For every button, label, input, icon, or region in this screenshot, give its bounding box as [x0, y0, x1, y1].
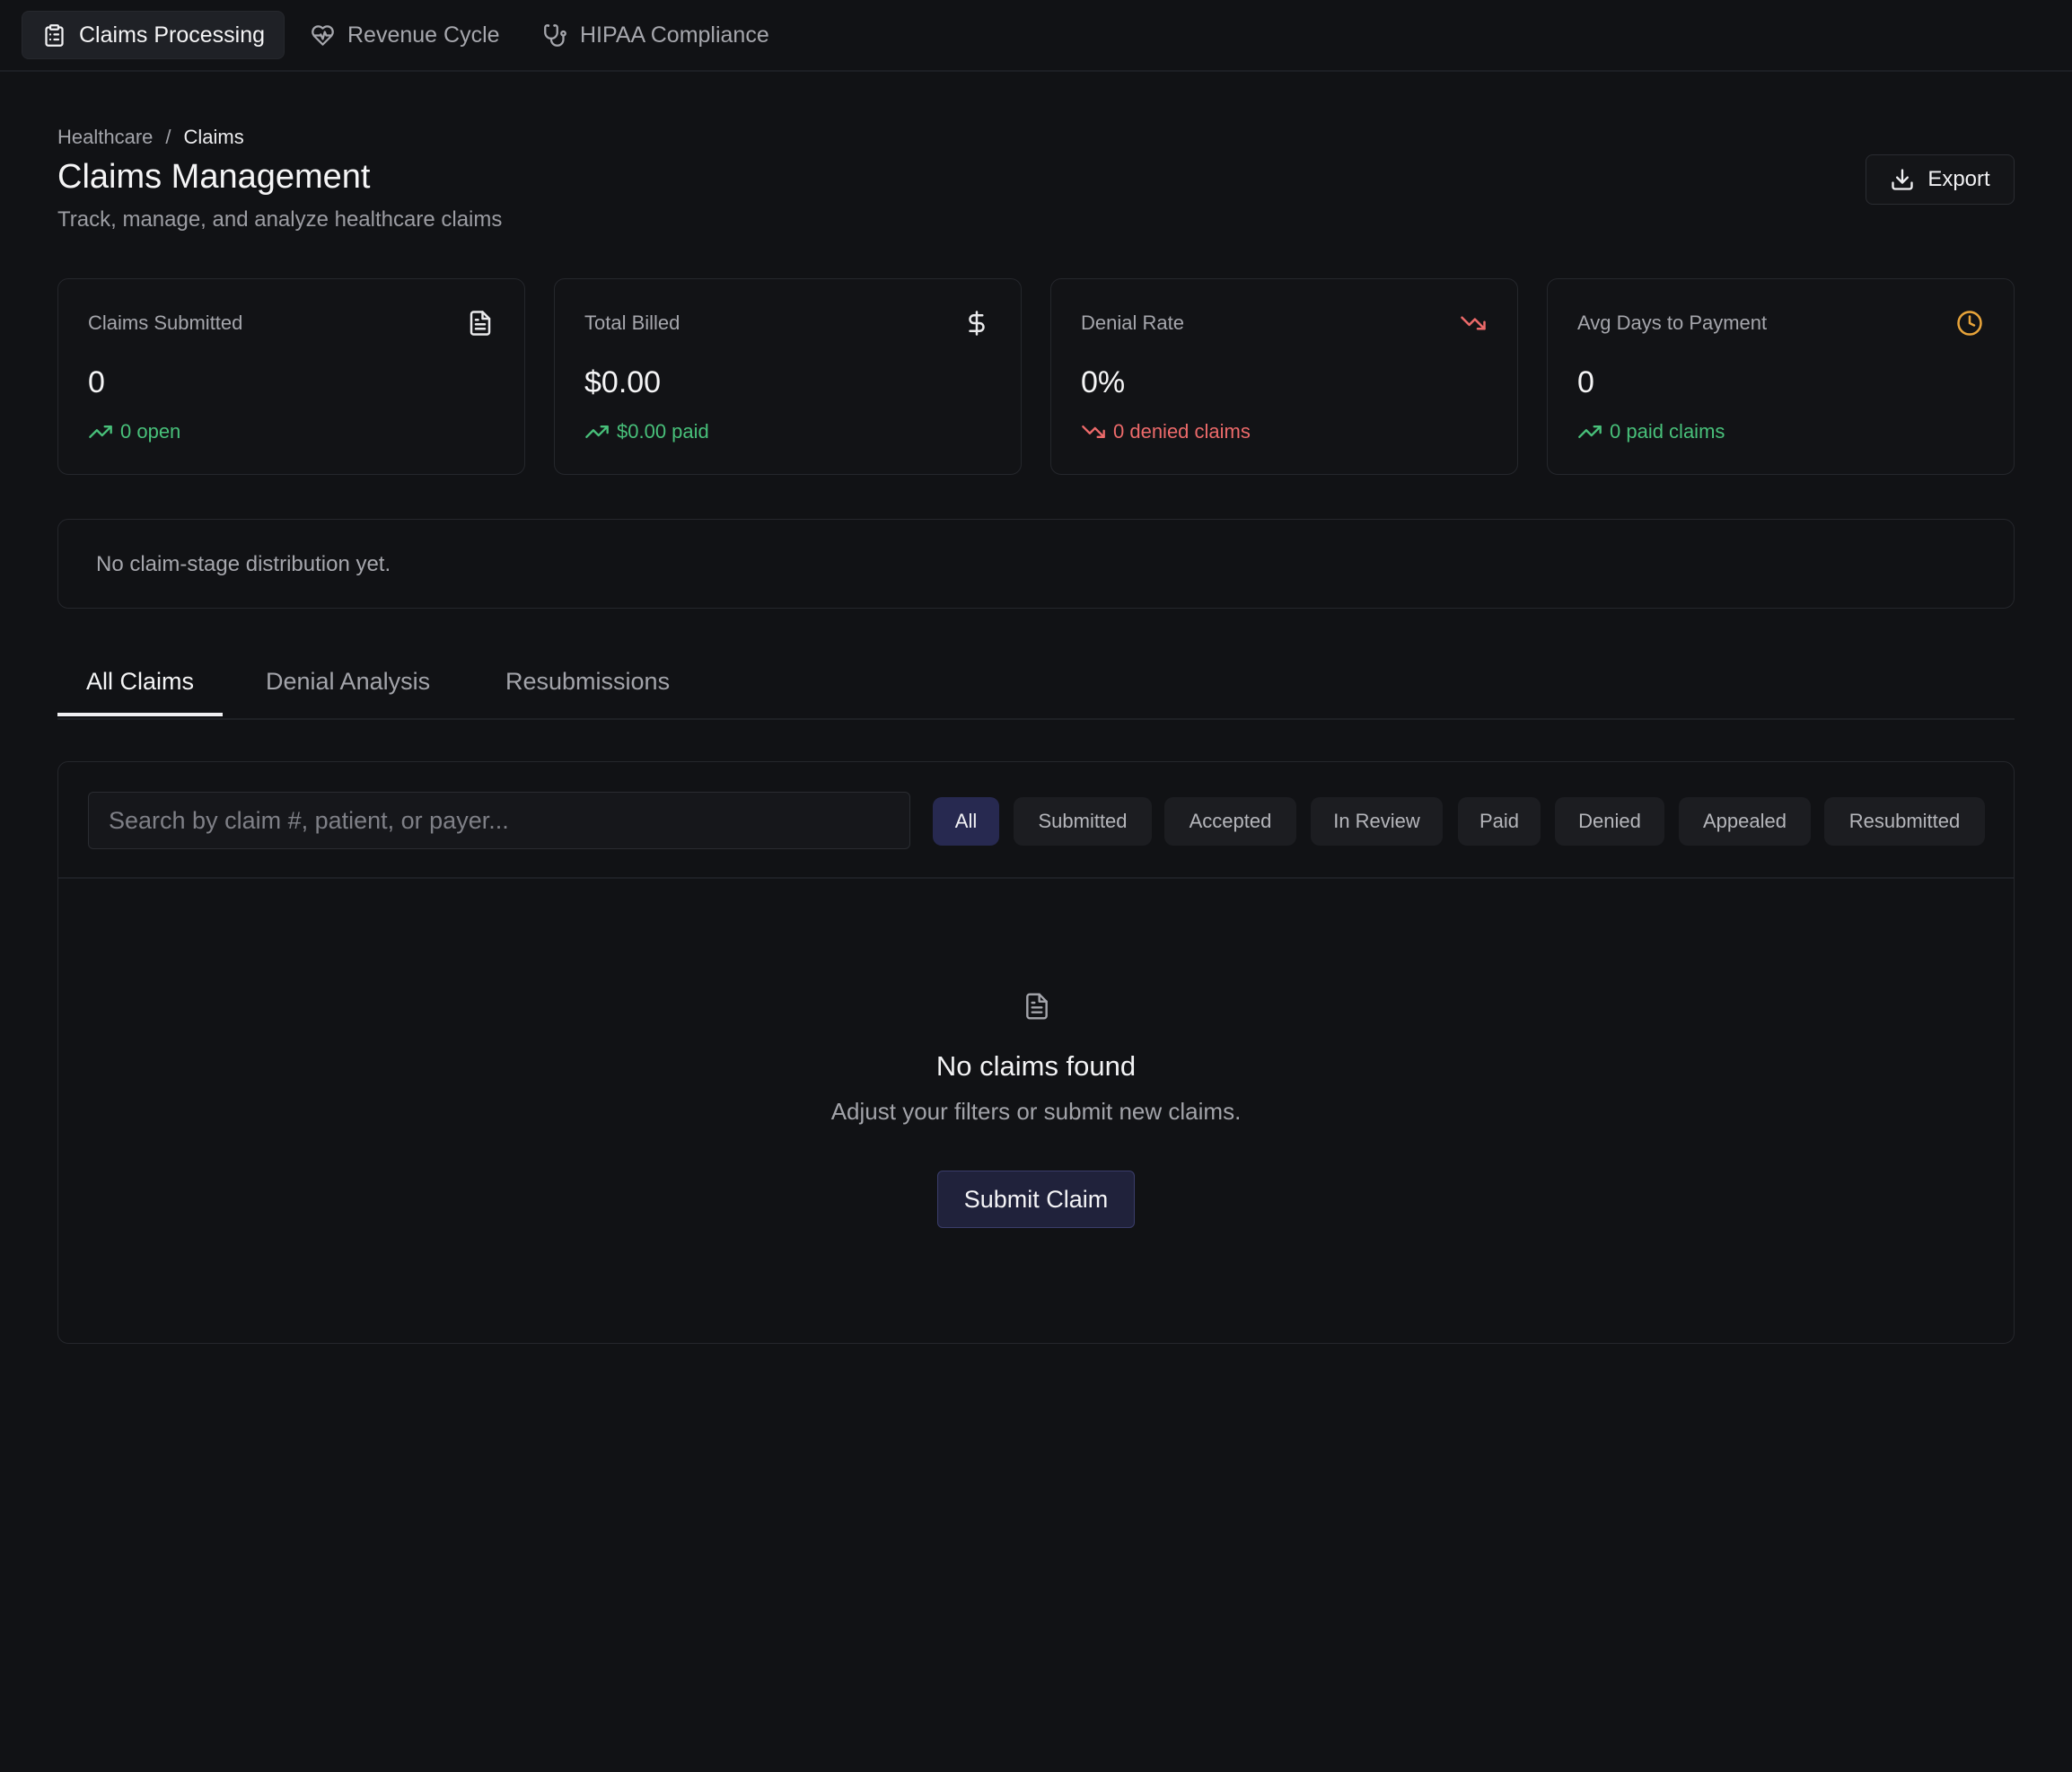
nav-tab-hipaa-compliance[interactable]: HIPAA Compliance	[523, 11, 788, 59]
top-nav: Claims Processing Revenue Cycle HIPAA Co…	[0, 0, 2072, 72]
tab-denial-analysis[interactable]: Denial Analysis	[266, 668, 430, 696]
filter-chip-resubmitted[interactable]: Resubmitted	[1824, 797, 1985, 846]
nav-tab-label: Revenue Cycle	[347, 22, 500, 48]
filter-chip-appealed[interactable]: Appealed	[1679, 797, 1811, 846]
stat-value: 0	[1577, 365, 1594, 399]
stat-label: Total Billed	[584, 311, 680, 334]
filter-chip-submitted[interactable]: Submitted	[1014, 797, 1152, 846]
filter-chip-paid[interactable]: Paid	[1458, 797, 1541, 846]
stat-label: Denial Rate	[1081, 311, 1184, 334]
stat-trend: 0 open	[88, 419, 180, 444]
filter-chip-all[interactable]: All	[933, 797, 999, 846]
stat-trend-text: 0 open	[120, 420, 181, 443]
clock-icon	[1956, 310, 1983, 337]
stat-card-total-billed: Total Billed $0.00 $0.00 paid	[554, 278, 1022, 475]
stat-trend: $0.00 paid	[584, 419, 709, 444]
claims-search-input[interactable]	[88, 792, 910, 849]
claims-panel: All Submitted Accepted In Review Paid De…	[57, 761, 2015, 1344]
tab-resubmissions[interactable]: Resubmissions	[505, 668, 670, 696]
nav-tab-claims-processing[interactable]: Claims Processing	[22, 11, 285, 59]
filter-chip-accepted[interactable]: Accepted	[1164, 797, 1296, 846]
page-title: Claims Management	[57, 158, 371, 196]
dollar-icon	[963, 310, 990, 337]
distribution-empty-text: No claim-stage distribution yet.	[96, 552, 391, 576]
file-text-icon	[467, 310, 494, 337]
download-icon	[1890, 167, 1915, 192]
stat-trend-text: $0.00 paid	[617, 420, 709, 443]
heart-pulse-icon	[311, 23, 335, 48]
file-text-icon	[1023, 992, 1051, 1021]
nav-tab-revenue-cycle[interactable]: Revenue Cycle	[291, 11, 519, 59]
stat-trend: 0 denied claims	[1081, 419, 1251, 444]
clipboard-icon	[42, 23, 66, 48]
nav-tab-label: Claims Processing	[79, 22, 266, 48]
page-subtitle: Track, manage, and analyze healthcare cl…	[57, 207, 503, 232]
stat-card-avg-days-to-payment: Avg Days to Payment 0 0 paid claims	[1547, 278, 2015, 475]
export-button[interactable]: Export	[1866, 154, 2015, 205]
stat-card-denial-rate: Denial Rate 0% 0 denied claims	[1050, 278, 1518, 475]
stat-value: 0	[88, 365, 105, 399]
stat-trend-text: 0 paid claims	[1610, 420, 1725, 443]
tab-all-claims[interactable]: All Claims	[86, 668, 194, 696]
stethoscope-icon	[543, 23, 567, 48]
stat-label: Avg Days to Payment	[1577, 311, 1768, 334]
submit-claim-button[interactable]: Submit Claim	[937, 1171, 1135, 1228]
filter-chip-in-review[interactable]: In Review	[1311, 797, 1443, 846]
breadcrumb-parent[interactable]: Healthcare	[57, 126, 153, 149]
nav-tab-label: HIPAA Compliance	[580, 22, 769, 48]
stat-card-claims-submitted: Claims Submitted 0 0 open	[57, 278, 525, 475]
empty-state-subtitle: Adjust your filters or submit new claims…	[830, 1098, 1242, 1125]
claims-filter-bar: All Submitted Accepted In Review Paid De…	[58, 762, 2014, 879]
claim-stage-distribution: No claim-stage distribution yet.	[57, 519, 2015, 609]
trending-down-icon	[1081, 419, 1106, 444]
active-tab-indicator	[57, 713, 223, 716]
export-label: Export	[1927, 167, 1990, 191]
trending-up-icon	[88, 419, 113, 444]
stat-value: $0.00	[584, 365, 662, 399]
stat-trend: 0 paid claims	[1577, 419, 1725, 444]
breadcrumb: Healthcare / Claims	[57, 126, 244, 149]
trending-down-icon	[1460, 310, 1487, 337]
filter-chip-denied[interactable]: Denied	[1555, 797, 1664, 846]
claims-tabs: All Claims Denial Analysis Resubmissions	[57, 648, 2015, 720]
stat-label: Claims Submitted	[88, 311, 243, 334]
stat-trend-text: 0 denied claims	[1113, 420, 1251, 443]
breadcrumb-current: Claims	[183, 126, 244, 148]
empty-state-title: No claims found	[935, 1050, 1137, 1082]
stat-value: 0%	[1081, 365, 1126, 399]
trending-up-icon	[584, 419, 610, 444]
breadcrumb-separator: /	[165, 126, 171, 148]
trending-up-icon	[1577, 419, 1602, 444]
